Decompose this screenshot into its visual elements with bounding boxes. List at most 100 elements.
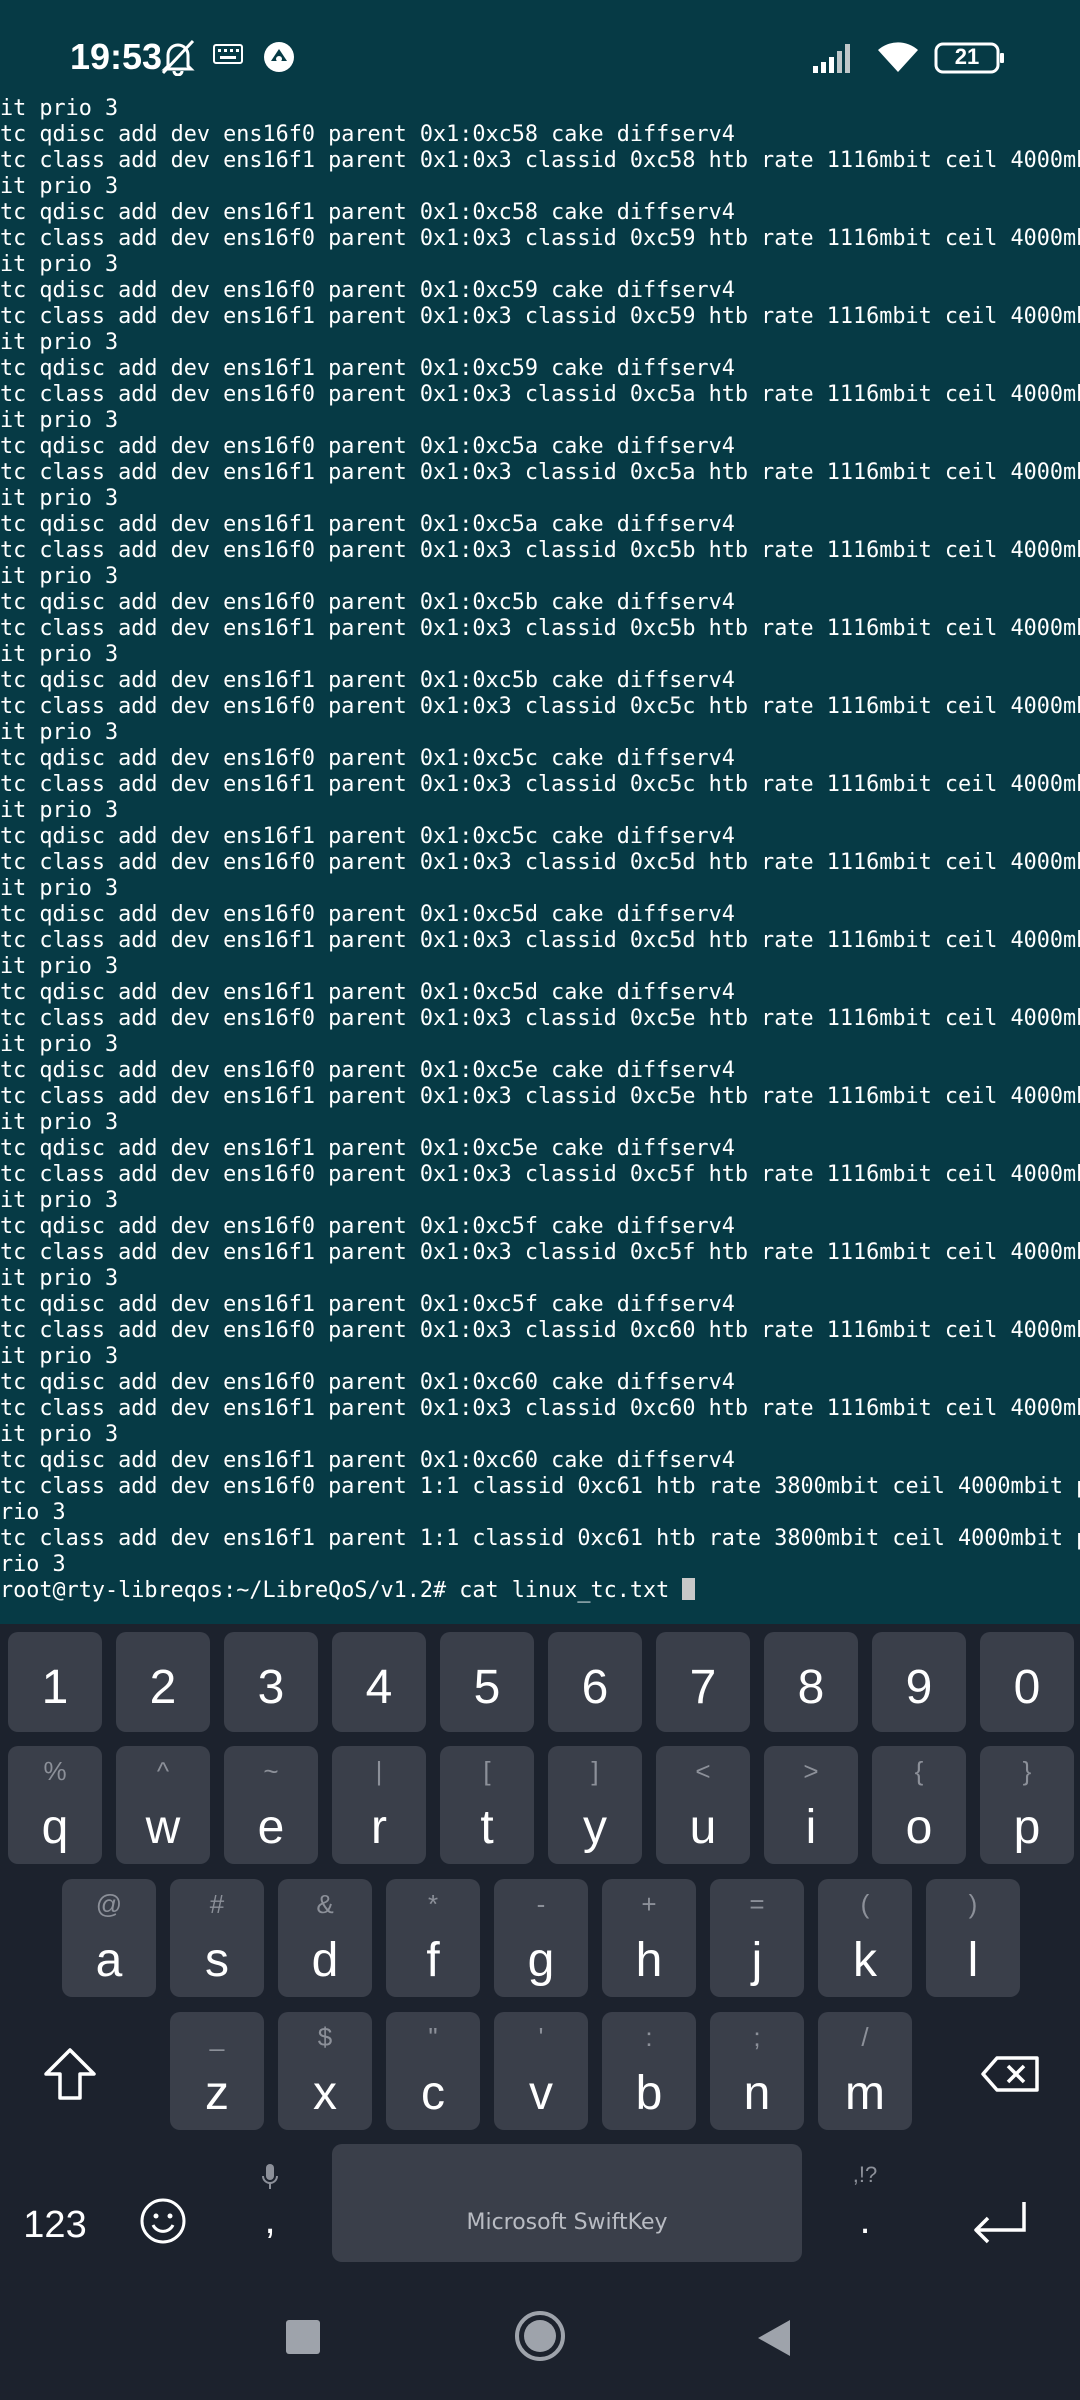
terminal-line: tc class add dev ens16f0 parent 0x1:0x3 … bbox=[0, 226, 1080, 251]
terminal-line: tc class add dev ens16f0 parent 0x1:0x3 … bbox=[0, 538, 1080, 563]
key-m[interactable]: / m bbox=[818, 2012, 912, 2130]
terminal-line: it prio 3 bbox=[0, 876, 119, 901]
key-g[interactable]: -g bbox=[494, 1879, 588, 1997]
key-secondary-label: / bbox=[861, 2022, 869, 2052]
key-label: 7 bbox=[689, 1661, 717, 1714]
key-a[interactable]: @ a bbox=[62, 1879, 156, 1997]
key-y[interactable]: ] y bbox=[548, 1746, 642, 1864]
terminal-line: tc class add dev ens16f1 parent 0x1:0x3 … bbox=[0, 616, 1080, 641]
home-icon[interactable] bbox=[514, 2310, 566, 2362]
key-secondary-label: ; bbox=[753, 2022, 761, 2052]
key-label: g bbox=[527, 1934, 555, 1987]
terminal-line: tc qdisc add dev ens16f1 parent 0x1:0xc5… bbox=[0, 200, 735, 225]
key-6[interactable]: 6 bbox=[548, 1632, 642, 1732]
key-w[interactable]: ^ w bbox=[116, 1746, 210, 1864]
key-secondary-label: = bbox=[749, 1889, 765, 1919]
key-label: n bbox=[743, 2067, 771, 2120]
terminal-line: tc class add dev ens16f1 parent 0x1:0x3 … bbox=[0, 1396, 1080, 1421]
key-secondary-label: { bbox=[914, 1756, 924, 1786]
terminal-line: tc class add dev ens16f0 parent 1:1 clas… bbox=[0, 1474, 1080, 1499]
key-label: u bbox=[689, 1801, 717, 1854]
key-i[interactable]: > i bbox=[764, 1746, 858, 1864]
shift-icon bbox=[44, 2048, 96, 2100]
key-x[interactable]: $ x bbox=[278, 2012, 372, 2130]
key-j[interactable]: = j bbox=[710, 1879, 804, 1997]
key-r[interactable]: | r bbox=[332, 1746, 426, 1864]
key-label: v bbox=[529, 2067, 553, 2120]
key-q[interactable]: % q bbox=[8, 1746, 102, 1864]
battery-level: 21 bbox=[954, 44, 980, 69]
terminal-line: it prio 3 bbox=[0, 252, 119, 277]
key-5[interactable]: 5 bbox=[440, 1632, 534, 1732]
space-bar[interactable]: Microsoft SwiftKey bbox=[332, 2144, 802, 2262]
symbols-key[interactable]: 123 bbox=[10, 2204, 100, 2247]
terminal-line: tc qdisc add dev ens16f0 parent 0x1:0xc5… bbox=[0, 746, 735, 771]
key-secondary-label: [ bbox=[483, 1756, 491, 1786]
key-s[interactable]: # s bbox=[170, 1879, 264, 1997]
backspace-key[interactable] bbox=[974, 2044, 1046, 2116]
key-label: 9 bbox=[905, 1661, 933, 1714]
status-time: 19:53 bbox=[70, 36, 163, 77]
terminal-line: tc class add dev ens16f0 parent 0x1:0x3 … bbox=[0, 1162, 1080, 1187]
shell-prompt: root@rty-libreqos:~/LibreQoS/v1.2# cat l… bbox=[0, 1578, 683, 1603]
terminal-line: tc qdisc add dev ens16f1 parent 0x1:0xc5… bbox=[0, 980, 735, 1005]
terminal-line: tc qdisc add dev ens16f1 parent 0x1:0xc6… bbox=[0, 1448, 735, 1473]
notifications-off-icon bbox=[160, 38, 196, 80]
key-f[interactable]: * f bbox=[386, 1879, 480, 1997]
key-d[interactable]: & d bbox=[278, 1879, 372, 1997]
terminal-prompt-line[interactable]: root@rty-libreqos:~/LibreQoS/v1.2# cat l… bbox=[0, 1578, 1080, 1604]
key-secondary-label: $ bbox=[317, 2022, 333, 2052]
key-o[interactable]: {o bbox=[872, 1746, 966, 1864]
terminal-line: tc qdisc add dev ens16f0 parent 0x1:0xc5… bbox=[0, 434, 735, 459]
terminal-line: tc qdisc add dev ens16f1 parent 0x1:0xc5… bbox=[0, 668, 735, 693]
key-2[interactable]: 2 bbox=[116, 1632, 210, 1732]
back-icon[interactable] bbox=[756, 2318, 792, 2358]
terminal-line: tc qdisc add dev ens16f1 parent 0x1:0xc5… bbox=[0, 1292, 735, 1317]
key-e[interactable]: ~ e bbox=[224, 1746, 318, 1864]
key-4[interactable]: 4 bbox=[332, 1632, 426, 1732]
key-n[interactable]: ; n bbox=[710, 2012, 804, 2130]
key-b[interactable]: :b bbox=[602, 2012, 696, 2130]
key-1[interactable]: 1 bbox=[8, 1632, 102, 1732]
recents-icon[interactable] bbox=[286, 2320, 320, 2354]
key-label: m bbox=[845, 2067, 885, 2120]
terminal-output[interactable]: it prio 3 tc qdisc add dev ens16f0 parent… bbox=[0, 96, 1080, 1624]
enter-key[interactable] bbox=[964, 2196, 1034, 2258]
terminal-line: tc qdisc add dev ens16f0 parent 0x1:0xc5… bbox=[0, 278, 735, 303]
key-t[interactable]: [t bbox=[440, 1746, 534, 1864]
key-p[interactable]: } p bbox=[980, 1746, 1074, 1864]
key-k[interactable]: (k bbox=[818, 1879, 912, 1997]
key-9[interactable]: 9 bbox=[872, 1632, 966, 1732]
period-key[interactable]: ,!? . bbox=[840, 2162, 890, 2272]
terminal-line: tc class add dev ens16f0 parent 0x1:0x3 … bbox=[0, 1006, 1080, 1031]
key-7[interactable]: 7 bbox=[656, 1632, 750, 1732]
key-secondary-label: | bbox=[375, 1756, 383, 1786]
key-u[interactable]: < u bbox=[656, 1746, 750, 1864]
key-h[interactable]: + h bbox=[602, 1879, 696, 1997]
key-secondary-label: * bbox=[427, 1889, 439, 1919]
navigation-bar bbox=[0, 2274, 1080, 2400]
key-label: r bbox=[371, 1801, 387, 1854]
key-v[interactable]: ' v bbox=[494, 2012, 588, 2130]
terminal-line: it prio 3 bbox=[0, 1110, 119, 1135]
shift-key[interactable] bbox=[34, 2044, 106, 2116]
key-3[interactable]: 3 bbox=[224, 1632, 318, 1732]
key-8[interactable]: 8 bbox=[764, 1632, 858, 1732]
key-0[interactable]: 0 bbox=[980, 1632, 1074, 1732]
key-label: 3 bbox=[257, 1661, 285, 1714]
key-label: y bbox=[583, 1801, 607, 1854]
key-label: w bbox=[145, 1801, 181, 1854]
key-label: i bbox=[805, 1801, 817, 1854]
comma-key[interactable]: , bbox=[250, 2162, 290, 2272]
key-label: z bbox=[205, 2067, 229, 2120]
key-label: c bbox=[421, 2067, 445, 2120]
emoji-key[interactable] bbox=[132, 2196, 194, 2258]
key-c[interactable]: " c bbox=[386, 2012, 480, 2130]
key-l[interactable]: ) l bbox=[926, 1879, 1020, 1997]
terminal-line: it prio 3 bbox=[0, 486, 119, 511]
key-label: 8 bbox=[797, 1661, 825, 1714]
key-z[interactable]: _ z bbox=[170, 2012, 264, 2130]
terminal-line: rio 3 bbox=[0, 1500, 66, 1525]
status-bar: 19:53 21 bbox=[0, 0, 1080, 100]
key-label: e bbox=[257, 1801, 285, 1854]
